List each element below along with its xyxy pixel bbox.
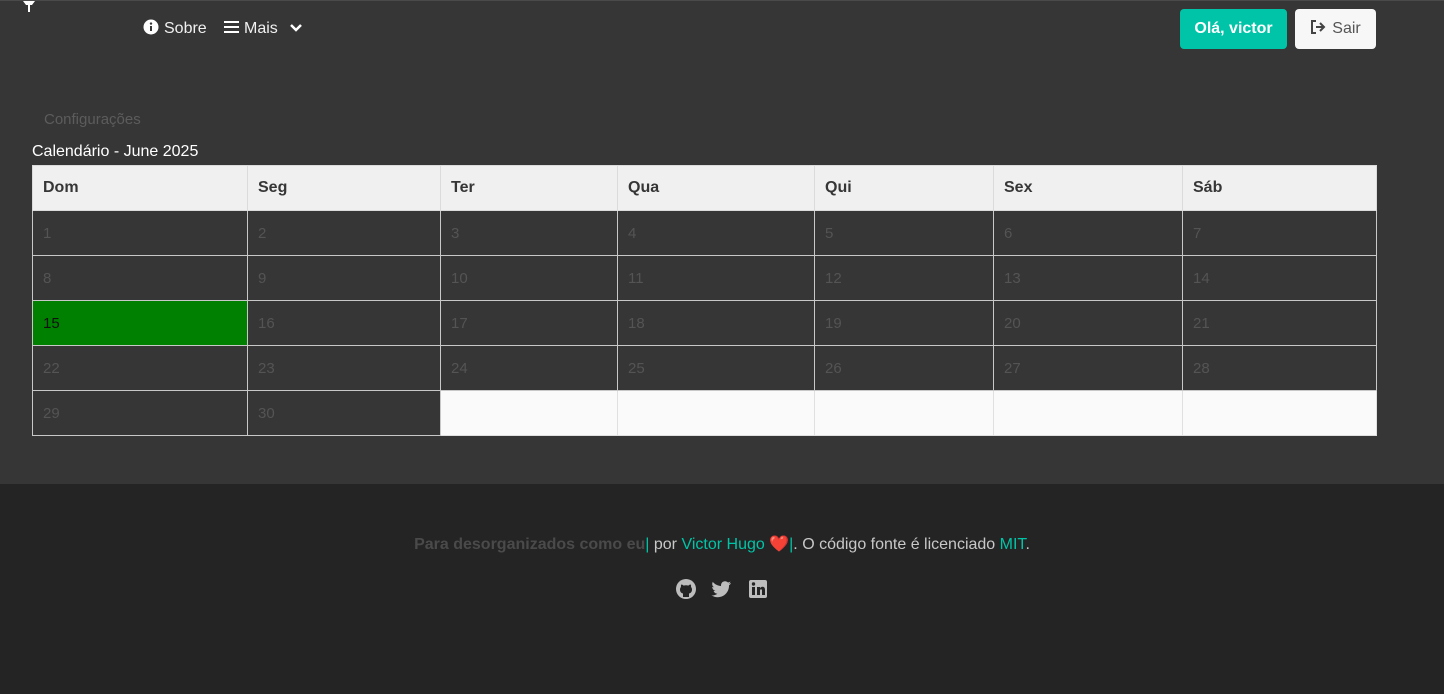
nav-mais-label: Mais [244, 20, 278, 37]
logout-label: Sair [1332, 20, 1361, 37]
calendar-title: Calendário - June 2025 [32, 143, 199, 160]
menu-icon [224, 20, 239, 39]
author-link[interactable]: Victor Hugo [681, 536, 764, 553]
footer: Para desorganizados como eu| por Victor … [0, 484, 1444, 694]
calendar-day[interactable]: 30 [247, 390, 441, 436]
github-icon[interactable] [675, 578, 697, 600]
calendar-week-row: 29 30 [32, 390, 1377, 436]
calendar-week-row: 15 16 17 18 19 20 21 [32, 300, 1377, 346]
weekday-header: Dom [32, 165, 248, 211]
weekday-header: Sáb [1182, 165, 1377, 211]
calendar-day[interactable]: 23 [247, 345, 441, 391]
user-greeting-button[interactable]: Olá, victor [1180, 9, 1287, 49]
weekday-header: Ter [440, 165, 618, 211]
info-icon [143, 19, 159, 40]
weekday-header: Qua [617, 165, 815, 211]
weekday-header: Sex [993, 165, 1183, 211]
weekday-header: Seg [247, 165, 441, 211]
license-link[interactable]: MIT [1000, 536, 1026, 553]
top-border [0, 0, 1444, 1]
calendar-day-today[interactable]: 15 [32, 300, 248, 346]
calendar-empty-cell [993, 390, 1183, 436]
calendar-day[interactable]: 26 [814, 345, 994, 391]
calendar-day[interactable]: 7 [1182, 210, 1377, 256]
nav-sobre[interactable]: Sobre [143, 18, 207, 40]
calendar-day[interactable]: 25 [617, 345, 815, 391]
social-links [0, 578, 1444, 600]
calendar-day[interactable]: 10 [440, 255, 618, 301]
calendar-week-row: 22 23 24 25 26 27 28 [32, 345, 1377, 391]
calendar-day[interactable]: 4 [617, 210, 815, 256]
calendar-day[interactable]: 14 [1182, 255, 1377, 301]
calendar-day[interactable]: 29 [32, 390, 248, 436]
calendar-empty-cell [617, 390, 815, 436]
calendar-day[interactable]: 2 [247, 210, 441, 256]
calendar-day[interactable]: 28 [1182, 345, 1377, 391]
calendar-day[interactable]: 9 [247, 255, 441, 301]
calendar-day[interactable]: 1 [32, 210, 248, 256]
weekday-header: Qui [814, 165, 994, 211]
calendar-day[interactable]: 19 [814, 300, 994, 346]
nav-mais-dropdown[interactable]: Mais [224, 18, 303, 40]
calendar-empty-cell [814, 390, 994, 436]
footer-text: Para desorganizados como eu| por Victor … [0, 534, 1444, 554]
calendar-week-row: 8 9 10 11 12 13 14 [32, 255, 1377, 301]
footer-period: . [1025, 536, 1030, 553]
calendar-day[interactable]: 11 [617, 255, 815, 301]
calendar-day[interactable]: 13 [993, 255, 1183, 301]
settings-link[interactable]: Configurações [44, 111, 141, 128]
calendar-day[interactable]: 20 [993, 300, 1183, 346]
sign-out-icon [1310, 19, 1326, 39]
calendar-day[interactable]: 27 [993, 345, 1183, 391]
calendar-day[interactable]: 12 [814, 255, 994, 301]
calendar-day[interactable]: 17 [440, 300, 618, 346]
footer-heart: ❤️ [765, 536, 789, 553]
calendar-day[interactable]: 3 [440, 210, 618, 256]
calendar-day[interactable]: 5 [814, 210, 994, 256]
logo-icon[interactable] [20, 0, 38, 12]
footer-license-prefix: . O código fonte é licenciado [793, 536, 1000, 553]
calendar-empty-cell [1182, 390, 1377, 436]
calendar-day[interactable]: 16 [247, 300, 441, 346]
calendar-day[interactable]: 24 [440, 345, 618, 391]
linkedin-icon[interactable] [747, 578, 769, 600]
calendar-empty-cell [440, 390, 618, 436]
calendar-day[interactable]: 21 [1182, 300, 1377, 346]
footer-by: por [649, 536, 682, 553]
chevron-down-icon [289, 20, 303, 38]
calendar-day[interactable]: 6 [993, 210, 1183, 256]
nav-sobre-label: Sobre [164, 20, 207, 37]
heart-icon: ❤️ [769, 536, 790, 553]
logout-button[interactable]: Sair [1295, 9, 1376, 49]
twitter-icon[interactable] [711, 578, 733, 600]
calendar-table: Dom Seg Ter Qua Qui Sex Sáb 1 2 3 4 5 6 … [32, 165, 1377, 436]
calendar-day[interactable]: 22 [32, 345, 248, 391]
calendar-day[interactable]: 18 [617, 300, 815, 346]
footer-tagline: Para desorganizados como eu [414, 536, 646, 553]
calendar-week-row: 1 2 3 4 5 6 7 [32, 210, 1377, 256]
calendar-header-row: Dom Seg Ter Qua Qui Sex Sáb [32, 165, 1377, 211]
calendar-day[interactable]: 8 [32, 255, 248, 301]
